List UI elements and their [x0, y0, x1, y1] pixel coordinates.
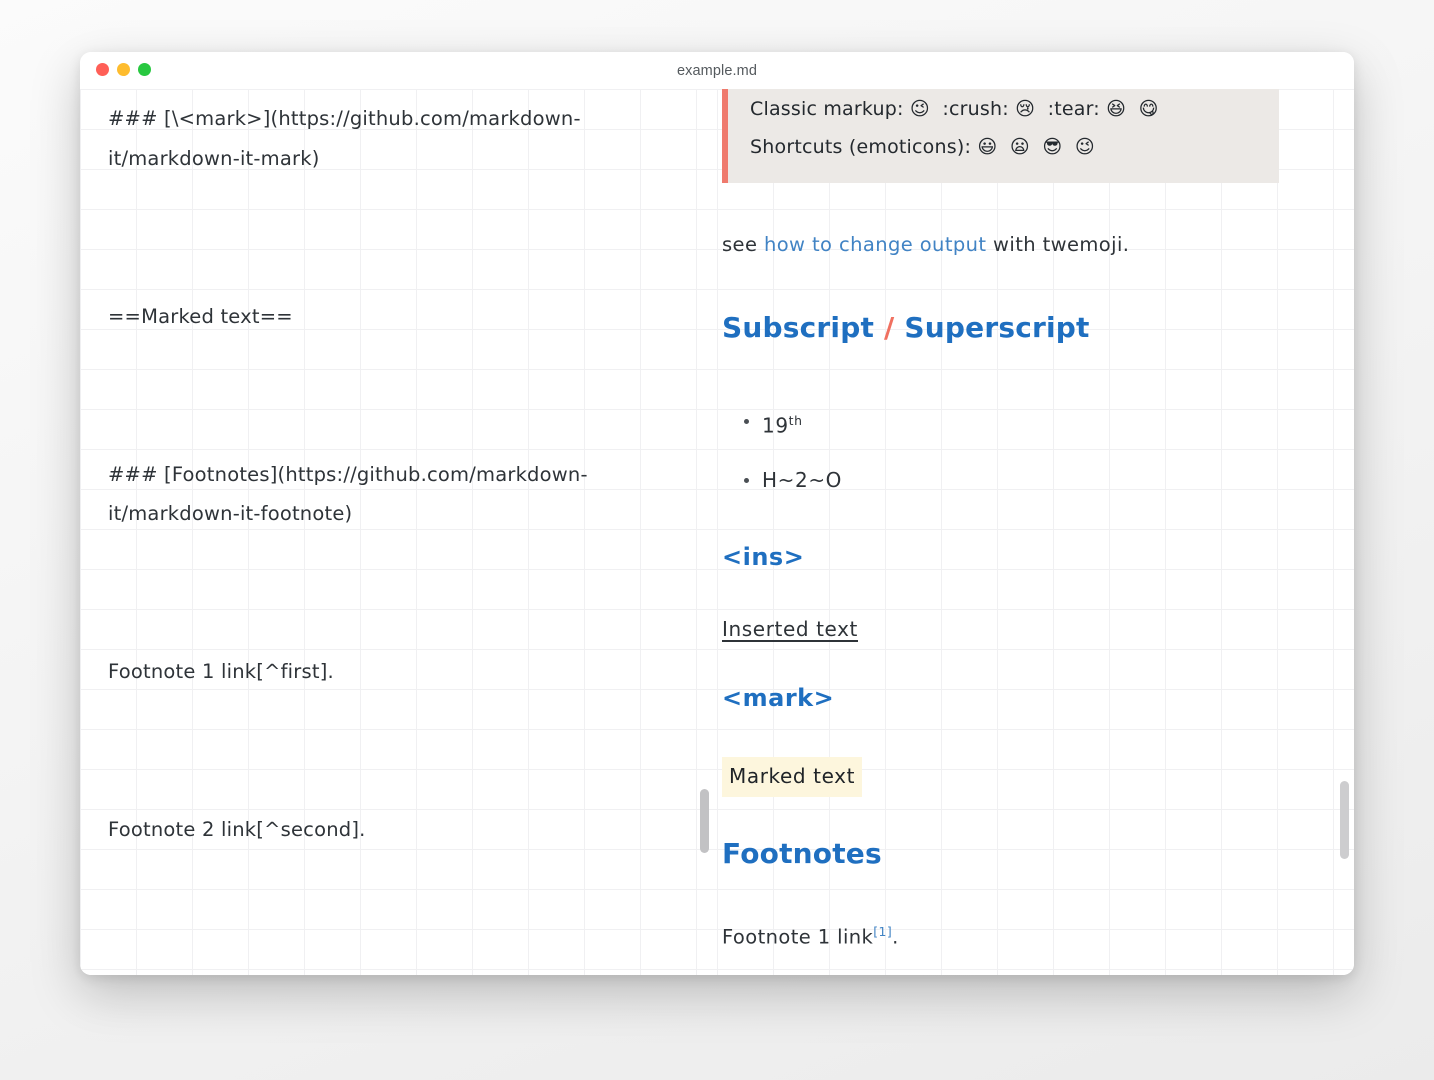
footnote-paragraph: Footnote 1 link[1].: [722, 915, 1314, 954]
editor-line: ### [Footnotes](https://github.com/markd…: [108, 462, 588, 526]
app-window: example.md ### [\<mark>](https://github.…: [80, 52, 1354, 975]
window-title: example.md: [677, 62, 757, 79]
preview-scrollbar[interactable]: [1340, 89, 1349, 975]
markdown-editor-pane[interactable]: ### [\<mark>](https://github.com/markdow…: [80, 89, 717, 975]
wink-emoji-2: 😉: [1074, 136, 1095, 158]
water-formula: H~2~O: [762, 467, 843, 492]
editor-scrollbar-thumb[interactable]: [700, 789, 709, 853]
mark-heading: <mark>: [722, 683, 835, 712]
editor-line: Footnote 2 link[^second].: [108, 818, 366, 841]
classic-markup-label: Classic markup:: [750, 98, 904, 120]
cry-emoji: 😢: [1015, 98, 1036, 120]
marked-text: Marked text: [722, 756, 863, 797]
subsup-list: 19th H~2~O: [722, 394, 1314, 507]
list-item: 19th: [744, 394, 1314, 453]
subscript-superscript-heading: Subscript / Superscript: [722, 311, 1314, 344]
how-to-change-output-link[interactable]: how to change output: [764, 233, 987, 256]
inserted-text-paragraph: Inserted text: [722, 613, 1314, 646]
list-item: H~2~O: [744, 453, 1314, 507]
subscript-word: Subscript: [722, 311, 875, 344]
shortcuts-label: Shortcuts (emoticons):: [750, 136, 972, 158]
markdown-preview-pane[interactable]: Classic markup: 😉 :crush: 😢 :tear: 😆 😋 S…: [717, 89, 1354, 975]
heading-slash: /: [884, 311, 895, 344]
grin-emoji: 😃: [977, 136, 998, 158]
ordinal-base: 19: [762, 413, 789, 438]
twemoji-text-before: see: [722, 233, 764, 256]
split-panes: ### [\<mark>](https://github.com/markdow…: [80, 89, 1354, 975]
marked-text-paragraph: Marked text: [722, 756, 1314, 797]
editor-line: ==Marked text==: [108, 304, 293, 328]
twemoji-text-after: with twemoji.: [986, 233, 1130, 256]
editor-line: ### [\<mark>](https://github.com/markdow…: [108, 107, 581, 170]
twemoji-paragraph: see how to change output with twemoji.: [722, 228, 1314, 261]
laughing-emoji: 😆: [1106, 98, 1127, 120]
shortcuts-line: Shortcuts (emoticons): 😃 😦 😎 😉: [750, 128, 1261, 166]
inserted-text: Inserted text: [722, 616, 858, 641]
editor-line: Inline footnote^[Text of inline footnote…: [108, 968, 677, 975]
tear-shortcode: :tear:: [1047, 98, 1100, 120]
frown-emoji: 😦: [1009, 136, 1030, 158]
ordinal-superscript: th: [788, 413, 803, 428]
footnote-reference-link[interactable]: [1]: [873, 924, 892, 939]
footnotes-heading: Footnotes: [722, 836, 882, 870]
superscript-word: Superscript: [904, 311, 1090, 344]
markdown-source-text[interactable]: ### [\<mark>](https://github.com/markdow…: [108, 89, 677, 975]
yum-emoji: 😋: [1138, 98, 1159, 120]
window-titlebar: example.md: [80, 52, 1354, 89]
editor-line: Footnote 1 link[^first].: [108, 660, 334, 683]
footnote-period: .: [892, 925, 899, 949]
ins-heading: <ins>: [722, 542, 805, 571]
classic-markup-line: Classic markup: 😉 :crush: 😢 :tear: 😆 😋: [750, 90, 1261, 128]
preview-document: Classic markup: 😉 :crush: 😢 :tear: 😆 😋 S…: [722, 89, 1314, 953]
sunglasses-emoji: 😎: [1042, 136, 1063, 158]
emoji-blockquote: Classic markup: 😉 :crush: 😢 :tear: 😆 😋 S…: [722, 89, 1279, 183]
preview-scrollbar-thumb[interactable]: [1340, 781, 1349, 859]
editor-scrollbar[interactable]: [700, 89, 709, 975]
wink-emoji: 😉: [909, 98, 930, 120]
footnote-text: Footnote 1 link: [722, 925, 874, 949]
crush-shortcode: :crush:: [942, 98, 1009, 120]
